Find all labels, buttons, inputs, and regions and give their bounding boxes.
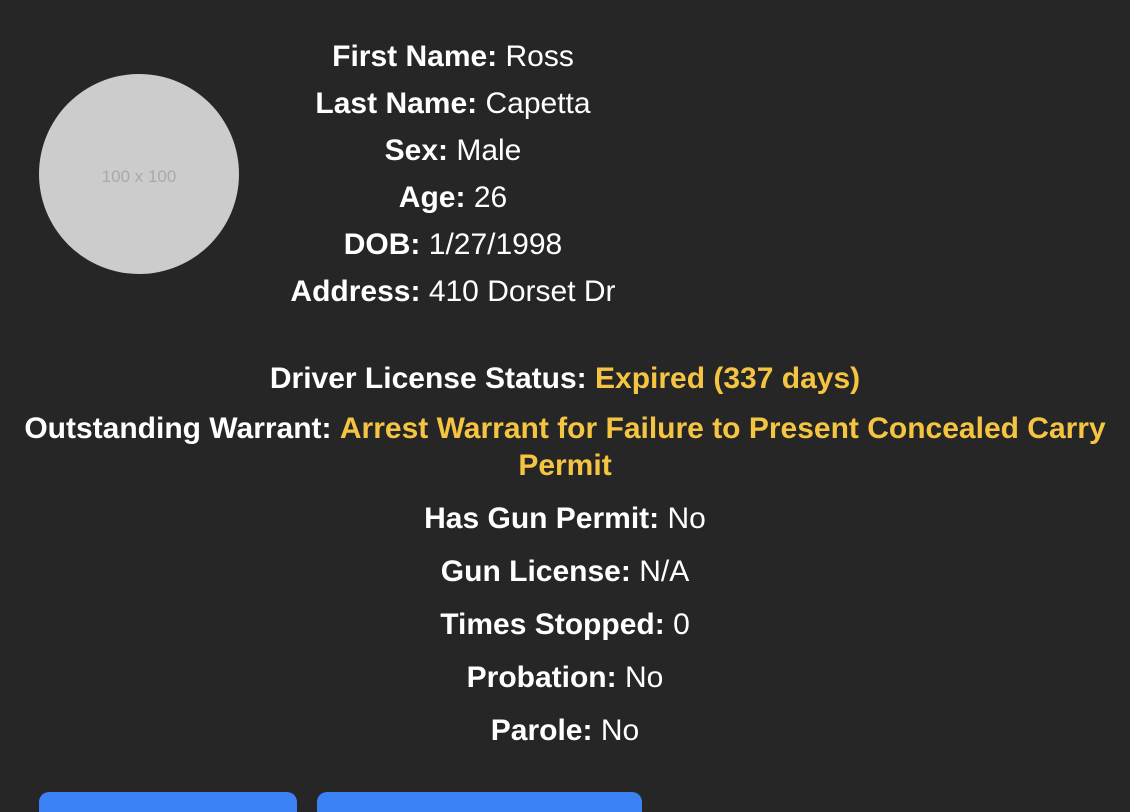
warrant-label: Outstanding Warrant: bbox=[24, 412, 332, 445]
probation-row: Probation: No bbox=[20, 651, 1110, 704]
times-stopped-label: Times Stopped: bbox=[440, 608, 665, 641]
sex-row: Sex: Male bbox=[253, 127, 653, 174]
avatar: 100 x 100 bbox=[39, 74, 239, 274]
first-name-row: First Name: Ross bbox=[253, 33, 653, 80]
times-stopped-value: 0 bbox=[673, 608, 690, 641]
warrant-value: Arrest Warrant for Failure to Present Co… bbox=[339, 412, 1106, 482]
probation-label: Probation: bbox=[466, 661, 617, 694]
action-button-secondary[interactable] bbox=[317, 792, 642, 812]
license-status-value: Expired (337 days) bbox=[595, 362, 861, 395]
times-stopped-row: Times Stopped: 0 bbox=[20, 598, 1110, 651]
license-status-label: Driver License Status: bbox=[269, 362, 587, 395]
last-name-value: Capetta bbox=[485, 87, 591, 120]
gun-permit-value: No bbox=[667, 502, 706, 535]
age-label: Age: bbox=[398, 181, 466, 214]
first-name-label: First Name: bbox=[332, 40, 498, 73]
dob-value: 1/27/1998 bbox=[428, 228, 563, 261]
last-name-row: Last Name: Capetta bbox=[253, 80, 653, 127]
gun-permit-label: Has Gun Permit: bbox=[424, 502, 660, 535]
last-name-label: Last Name: bbox=[315, 87, 478, 120]
warrant-row: Outstanding Warrant: Arrest Warrant for … bbox=[20, 410, 1110, 484]
gun-license-label: Gun License: bbox=[440, 555, 631, 588]
sex-label: Sex: bbox=[384, 134, 448, 167]
gun-license-value: N/A bbox=[639, 555, 690, 588]
parole-value: No bbox=[600, 714, 640, 747]
identity-info: First Name: Ross Last Name: Capetta Sex:… bbox=[253, 33, 653, 315]
address-row: Address: 410 Dorset Dr bbox=[253, 268, 653, 315]
gun-permit-row: Has Gun Permit: No bbox=[20, 492, 1110, 545]
parole-row: Parole: No bbox=[20, 704, 1110, 757]
age-row: Age: 26 bbox=[253, 174, 653, 221]
action-button-primary[interactable] bbox=[39, 792, 297, 812]
address-value: 410 Dorset Dr bbox=[428, 275, 616, 308]
probation-value: No bbox=[624, 661, 664, 694]
dob-row: DOB: 1/27/1998 bbox=[253, 221, 653, 268]
dob-label: DOB: bbox=[343, 228, 421, 261]
age-value: 26 bbox=[473, 181, 508, 214]
gun-license-row: Gun License: N/A bbox=[20, 545, 1110, 598]
avatar-placeholder-text: 100 x 100 bbox=[101, 167, 177, 186]
record-details: Driver License Status: Expired (337 days… bbox=[20, 355, 1110, 757]
first-name-value: Ross bbox=[505, 40, 574, 73]
address-label: Address: bbox=[290, 275, 421, 308]
sex-value: Male bbox=[456, 134, 522, 167]
license-status-row: Driver License Status: Expired (337 days… bbox=[20, 355, 1110, 402]
parole-label: Parole: bbox=[490, 714, 593, 747]
